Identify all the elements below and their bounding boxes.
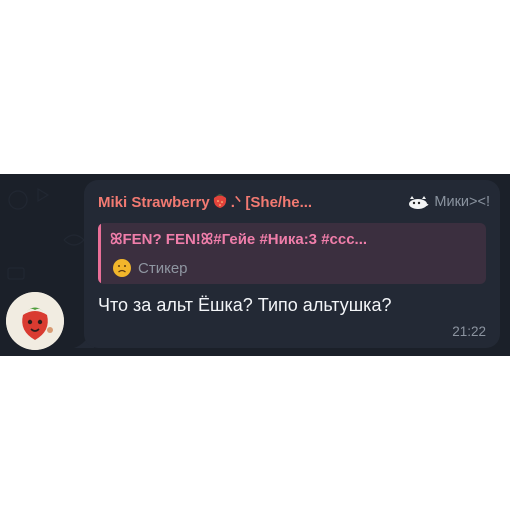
reply-preview[interactable]: ꕤFEN? FEN!ꕤ#Гейе #Ника:3 #ссс... Стикер [98, 223, 486, 284]
reply-subtitle: Стикер [112, 258, 188, 278]
strawberry-emoji-icon [211, 191, 229, 214]
message-time: 21:22 [452, 324, 486, 339]
message-text: Что за альт Ёшка? Типо альтушка? [98, 295, 392, 315]
worried-face-emoji-icon [113, 259, 131, 277]
sender-name-suffix: .ᐠ [She/he... [230, 194, 313, 211]
reply-title: ꕤFEN? FEN!ꕤ#Гейе #Ника:3 #ссс... [110, 231, 368, 248]
screenshot-page: Miki Strawberry .ᐠ [She/he... Мики><! ꕤF… [0, 0, 512, 512]
reply-subtitle-text: Стикер [138, 259, 188, 277]
chat-area: Miki Strawberry .ᐠ [She/he... Мики><! ꕤF… [0, 174, 510, 356]
cat-emoji-icon [409, 196, 429, 209]
sender-name[interactable]: Miki Strawberry [98, 194, 210, 211]
reply-accent-bar [98, 223, 101, 284]
sender-avatar[interactable] [6, 292, 64, 350]
message-header: Miki Strawberry .ᐠ [She/he... Мики><! [98, 191, 490, 213]
sender-tag-text: Мики><! [434, 194, 490, 210]
message-bubble[interactable]: Miki Strawberry .ᐠ [She/he... Мики><! ꕤF… [84, 180, 500, 348]
sender-tag: Мики><! [406, 193, 490, 211]
strawberry-avatar-icon [6, 292, 64, 350]
